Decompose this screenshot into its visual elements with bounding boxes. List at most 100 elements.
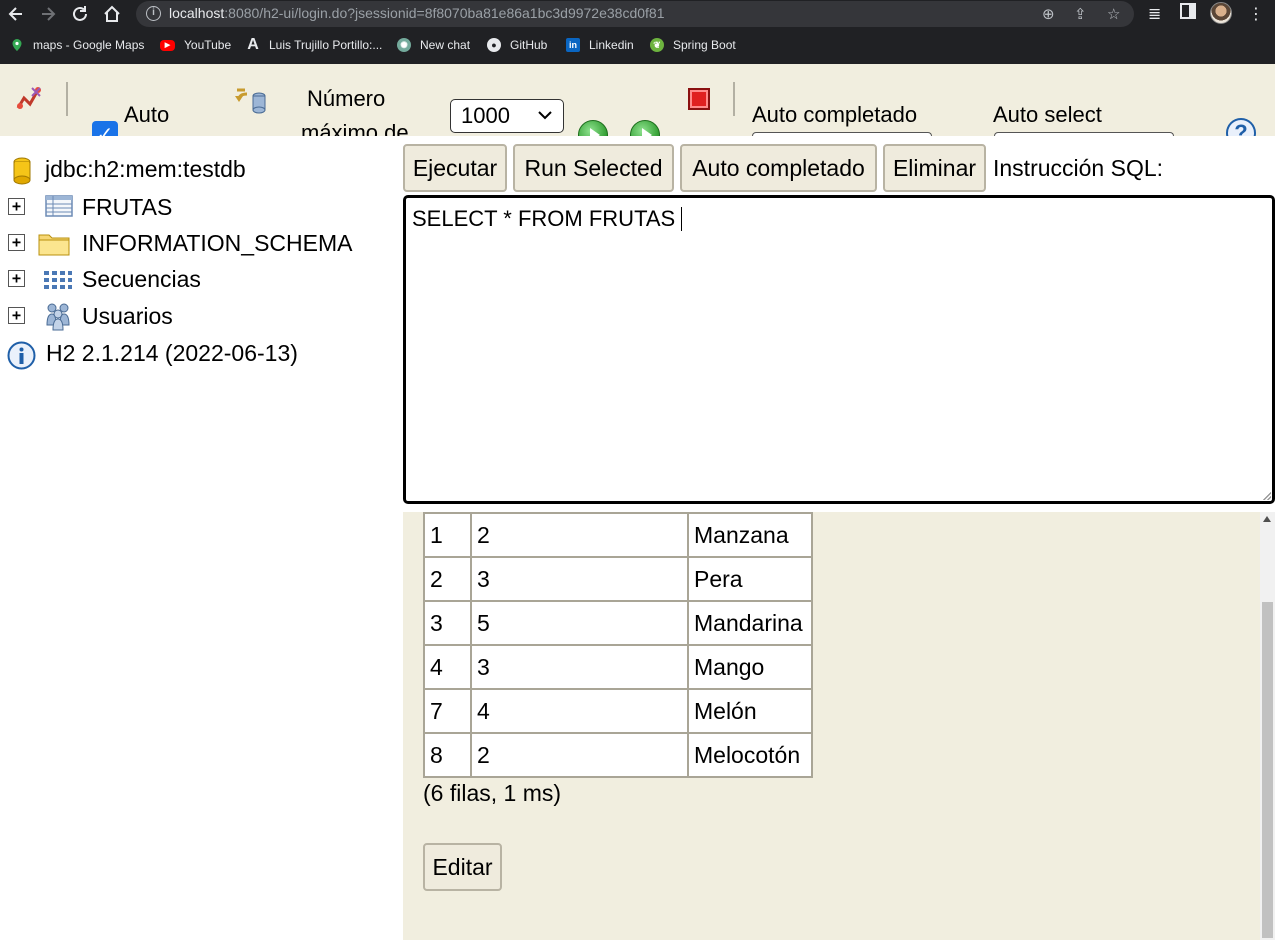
bookmark-linkedin[interactable]: in Linkedin [566,36,634,54]
profile-avatar[interactable] [1210,2,1232,24]
table-row: 1 2 Manzana [423,512,813,558]
bookmark-google-maps[interactable]: maps - Google Maps [10,36,144,54]
expand-usuarios-button[interactable]: + [8,307,25,324]
forward-arrow-icon[interactable] [36,2,60,26]
tree-node-secuencias[interactable]: Secuencias [82,262,201,296]
run-selected-button[interactable]: Run Selected [513,144,674,192]
linkedin-icon: in [566,38,580,52]
table-cell: 1 [423,512,472,558]
connection-url: jdbc:h2:mem:testdb [45,155,246,182]
bookmark-label: Spring Boot [673,38,736,52]
table-row: 8 2 Melocotón [423,732,813,778]
run-icon[interactable] [578,120,608,136]
bookmark-github[interactable]: ● GitHub [487,36,547,54]
table-cell: 2 [470,732,689,778]
resize-handle[interactable] [1263,492,1271,500]
bookmarks-bar: maps - Google Maps ▶ YouTube A Luis Truj… [0,30,1275,60]
bookmark-luis-trujillo[interactable]: A Luis Trujillo Portillo:... [246,36,382,54]
table-row: 2 3 Pera [423,556,813,602]
sequence-icon [43,269,73,296]
table-row: 3 5 Mandarina [423,600,813,646]
sql-text: SELECT * FROM FRUTAS [412,206,676,231]
auto-commit-checkbox[interactable]: ✓ [92,121,118,136]
table-cell: 4 [470,688,689,734]
table-cell: 7 [423,688,472,734]
results-summary: (6 filas, 1 ms) [423,780,562,806]
bookmark-star-icon[interactable]: ☆ [1107,5,1120,23]
schema-tree: jdbc:h2:mem:testdb + FRUTAS + INFORMATIO… [0,136,403,940]
bookmark-label: New chat [420,38,471,52]
bookmark-label: YouTube [184,38,232,52]
github-icon: ● [487,38,501,52]
run-selected-icon[interactable] [630,120,660,136]
address-bar[interactable]: i localhost:8080/h2-ui/login.do?jsession… [136,1,1134,27]
scroll-up-arrow-icon[interactable] [1263,516,1271,522]
stop-icon[interactable] [688,88,710,110]
help-icon[interactable]: ? [1226,118,1256,136]
expand-secuencias-button[interactable]: + [8,270,25,287]
sql-editor-content[interactable]: SELECT * FROM FRUTAS [412,206,683,232]
text-caret [681,207,683,231]
bookmark-label: Linkedin [589,38,634,52]
bookmark-label: Luis Trujillo Portillo:... [269,38,383,52]
spring-icon: ❦ [650,38,664,52]
folder-icon [38,230,70,261]
results-table: 1 2 Manzana 2 3 Pera 3 5 Mandarina 4 3 M… [423,512,813,778]
sql-editor[interactable]: SELECT * FROM FRUTAS [403,195,1275,504]
table-cell: 2 [470,512,689,558]
side-panel-icon[interactable] [1180,3,1196,23]
table-cell: Mango [687,644,813,690]
home-icon[interactable] [100,2,124,26]
tree-node-label: Usuarios [82,302,173,329]
table-cell: 2 [423,556,472,602]
autocomplete-select[interactable] [752,132,932,136]
table-cell: 5 [470,600,689,646]
tree-connection[interactable]: jdbc:h2:mem:testdb [10,152,246,186]
reload-icon[interactable] [68,2,92,26]
toolbar-overflow-layer: ✓ ? [0,64,1275,136]
autocomplete-button[interactable]: Auto completado [680,144,877,192]
execute-button[interactable]: Ejecutar [403,144,507,192]
bookmark-youtube[interactable]: ▶ YouTube [160,36,231,54]
tree-node-label: FRUTAS [82,193,173,220]
map-pin-icon [10,38,24,52]
table-cell: Melón [687,688,813,734]
tree-node-label: INFORMATION_SCHEMA [82,229,353,256]
users-icon [44,301,72,336]
back-arrow-icon[interactable] [4,2,28,26]
edit-button[interactable]: Editar [423,843,502,891]
tree-node-frutas[interactable]: FRUTAS [82,190,172,224]
url-text[interactable]: localhost:8080/h2-ui/login.do?jsessionid… [169,5,664,21]
a-logo-icon: A [247,36,259,53]
table-cell: Manzana [687,512,813,558]
version-text: H2 2.1.214 (2022-06-13) [46,339,298,366]
openai-icon: ✺ [397,38,411,52]
bookmark-spring-boot[interactable]: ❦ Spring Boot [650,36,736,54]
table-cell: 3 [423,600,472,646]
h2-version: H2 2.1.214 (2022-06-13) [46,336,298,370]
tree-node-usuarios[interactable]: Usuarios [82,299,173,333]
media-queue-icon[interactable]: ≣ [1148,4,1161,23]
table-cell: 3 [470,644,689,690]
tree-node-information-schema[interactable]: INFORMATION_SCHEMA [82,226,352,260]
site-info-icon[interactable]: i [146,6,161,21]
tree-node-label: Secuencias [82,265,201,292]
table-row: 4 3 Mango [423,644,813,690]
youtube-icon: ▶ [160,39,175,51]
expand-frutas-button[interactable]: + [8,198,25,215]
expand-information-schema-button[interactable]: + [8,234,25,251]
table-cell: 8 [423,732,472,778]
menu-kebab-icon[interactable]: ⋮ [1248,4,1264,23]
autoselect-select[interactable] [994,132,1174,136]
bookmark-label: GitHub [510,38,548,52]
zoom-icon[interactable]: ⊕ [1042,5,1055,23]
scrollbar-thumb[interactable] [1262,602,1273,938]
bookmark-label: maps - Google Maps [33,38,145,52]
table-cell: Mandarina [687,600,813,646]
database-icon [12,157,32,190]
results-scrollbar[interactable] [1260,512,1275,940]
delete-button[interactable]: Eliminar [883,144,986,192]
bookmark-new-chat[interactable]: ✺ New chat [397,36,470,54]
share-icon[interactable]: ⇪ [1074,5,1087,23]
table-cell: 3 [470,556,689,602]
